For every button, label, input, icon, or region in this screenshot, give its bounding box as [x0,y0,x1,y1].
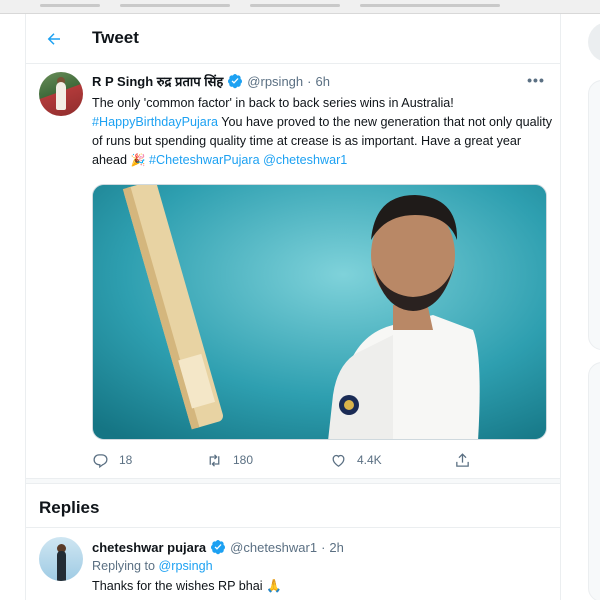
strip-fragment [40,4,100,7]
verified-badge-icon [210,539,226,555]
like-count: 4.4K [357,453,382,467]
browser-top-strip [0,0,600,14]
reply-timestamp[interactable]: 2h [329,540,343,555]
share-button[interactable] [454,449,471,471]
left-gutter [0,14,25,600]
reply-author-avatar[interactable] [39,537,83,581]
tweet-body: The only 'common factor' in back to back… [92,94,552,170]
retweet-count: 180 [233,453,254,467]
strip-fragment [120,4,230,7]
main-timeline: Tweet R P Singh रुद्र प्रताप सिंह @rpsin… [25,14,561,600]
separator-dot: · [321,539,326,555]
folded-hands-icon: 🙏 [266,579,282,593]
author-row: R P Singh रुद्र प्रताप सिंह @rpsingh · 6… [92,72,330,90]
share-icon [456,452,469,467]
cricketer-photo-icon [93,185,546,439]
reply-count: 18 [119,453,133,467]
like-button[interactable]: 4.4K [330,449,382,471]
back-button[interactable] [40,25,68,53]
author-handle[interactable]: @rpsingh [247,74,303,89]
replying-to-line: Replying to @rpsingh [92,559,213,573]
tweet-text-line1: The only 'common factor' in back to back… [92,96,454,110]
hashtag-link[interactable]: #CheteshwarPujara [149,153,260,167]
reply-tweet[interactable]: cheteshwar pujara @cheteshwar1 · 2h Repl… [26,528,560,600]
more-options-button[interactable]: ••• [526,72,546,88]
author-avatar[interactable] [39,72,83,116]
heart-icon [332,454,345,467]
reply-author-handle[interactable]: @cheteshwar1 [230,540,317,555]
page-header: Tweet [26,14,560,64]
replies-heading: Replies [39,498,100,517]
sidebar-card [588,80,600,350]
right-sidebar [562,14,600,600]
tweet-media-photo[interactable] [92,184,547,440]
tweet-timestamp[interactable]: 6h [315,74,329,89]
mention-link[interactable]: @cheteshwar1 [263,153,347,167]
sidebar-card [588,362,600,600]
section-divider [26,478,560,484]
replying-to-handle[interactable]: @rpsingh [159,559,213,573]
strip-fragment [250,4,340,7]
hashtag-link[interactable]: #HappyBirthdayPujara [92,115,218,129]
party-popper-icon: 🎉 [130,153,146,167]
avatar-figure-shape [56,82,66,110]
reply-text: Thanks for the wishes RP bhai [92,579,267,593]
verified-badge-icon [227,73,243,89]
strip-fragment [360,4,500,7]
tweet-actions-bar: 18 180 4.4K [92,449,547,471]
reply-author-name[interactable]: cheteshwar pujara [92,540,206,555]
separator-dot: · [307,73,312,89]
arrow-left-icon [47,33,60,45]
author-name[interactable]: R P Singh रुद्र प्रताप सिंह [92,72,223,90]
reply-author-row: cheteshwar pujara @cheteshwar1 · 2h [92,538,344,556]
retweet-icon [209,453,220,467]
avatar-figure-shape [57,551,66,581]
reply-body: Thanks for the wishes RP bhai 🙏 [92,579,282,594]
retweet-button[interactable]: 180 [206,449,253,471]
reply-icon [93,453,108,468]
search-bar-stub[interactable] [588,22,600,62]
page-title: Tweet [92,28,139,47]
reply-button[interactable]: 18 [92,449,132,471]
replying-to-label: Replying to [92,559,159,573]
